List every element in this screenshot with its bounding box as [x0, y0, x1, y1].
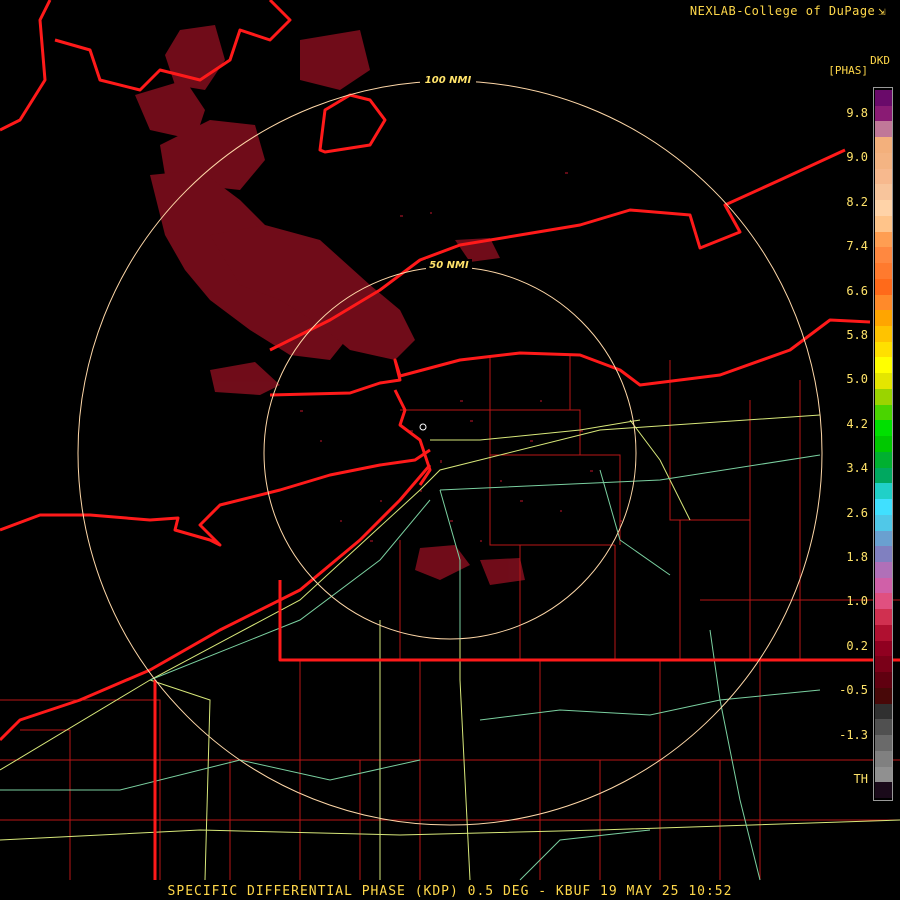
legend-swatch	[875, 404, 892, 421]
legend-swatch	[875, 137, 892, 154]
highways	[0, 414, 900, 881]
ring-label-50: 50 NMI	[429, 260, 469, 271]
legend-tick-label: 7.4	[846, 239, 868, 254]
legend-swatch	[875, 184, 892, 201]
legend-swatch	[875, 326, 892, 342]
legend-swatch	[875, 782, 892, 799]
legend-swatch	[875, 750, 892, 767]
legend-tick-label: 5.8	[846, 328, 868, 342]
legend-swatch	[875, 388, 892, 405]
legend-swatch	[875, 766, 892, 783]
legend-swatch	[875, 483, 892, 500]
legend-swatch	[875, 672, 892, 689]
legend-swatch	[875, 562, 892, 578]
legend-swatch	[875, 640, 892, 657]
legend-tick-label: 1.0	[846, 594, 868, 609]
legend-swatch	[875, 656, 892, 673]
legend-swatch	[875, 231, 892, 248]
credit-mark-icon: ⇲	[878, 4, 886, 18]
legend-swatch	[875, 593, 892, 610]
legend-swatch	[875, 168, 892, 185]
legend-tick-label: 1.8	[846, 550, 868, 564]
legend-swatch	[875, 420, 892, 437]
legend-swatch	[875, 357, 892, 374]
ring-label-100: 100 NMI	[425, 75, 472, 86]
radar-site-marker	[419, 423, 427, 431]
credit-text: NEXLAB-College of DuPage	[689, 4, 876, 18]
credit-label: NEXLAB-College of DuPage ⇲	[690, 4, 886, 18]
legend-swatch	[875, 577, 892, 594]
legend-swatch	[875, 735, 892, 752]
legend-tick-label: 8.2	[846, 194, 868, 209]
legend-swatch	[875, 152, 892, 169]
legend-swatch	[875, 90, 892, 106]
legend-swatch	[875, 310, 892, 327]
legend-swatch	[875, 624, 892, 641]
legend-swatch	[875, 451, 892, 468]
color-legend-bar	[873, 87, 893, 801]
legend-swatch	[875, 247, 892, 264]
legend-unit: [PHAS]	[828, 64, 868, 77]
legend-tick-label: 9.8	[846, 106, 868, 120]
legend-swatch	[875, 200, 892, 217]
legend-swatch	[875, 105, 892, 122]
legend-tick-label: -1.3	[839, 727, 868, 742]
legend-swatch	[875, 719, 892, 736]
legend-swatch	[875, 121, 892, 138]
legend-swatch	[875, 263, 892, 280]
legend-swatch	[875, 278, 892, 295]
radar-echo-cluster	[135, 25, 525, 585]
product-caption: SPECIFIC DIFFERENTIAL PHASE (KDP) 0.5 DE…	[167, 884, 733, 899]
legend-product-code: DKD	[870, 54, 890, 67]
legend-swatch	[875, 514, 892, 531]
legend-tick-label: TH	[853, 772, 868, 786]
legend-swatch	[875, 703, 892, 720]
legend-swatch	[875, 609, 892, 626]
radar-map: 100 NMI 50 NMI NEXLAB-College of DuPage ⇲…	[0, 0, 900, 900]
legend-swatch	[875, 373, 892, 390]
legend-tick-label: 3.4	[846, 461, 868, 476]
map-canvas: 100 NMI 50 NMI	[0, 0, 900, 881]
legend-swatch	[875, 467, 892, 484]
legend-swatch	[875, 294, 892, 311]
legend-swatch	[875, 546, 892, 563]
legend-swatch	[875, 530, 892, 547]
legend-tick-label: 6.6	[846, 283, 868, 298]
legend-tick-label: 9.0	[846, 150, 868, 165]
legend-swatch	[875, 215, 892, 232]
legend-swatch	[875, 341, 892, 358]
legend-tick-label: 2.6	[846, 505, 868, 520]
legend-tick-label: -0.5	[839, 683, 868, 698]
legend-swatch	[875, 687, 892, 704]
legend-tick-label: 4.2	[846, 416, 868, 431]
legend-tick-label: 0.2	[846, 638, 868, 653]
county-borders	[0, 355, 900, 880]
legend-tick-label: 5.0	[846, 372, 868, 387]
legend-swatch	[875, 499, 892, 516]
legend-swatch	[875, 436, 892, 453]
